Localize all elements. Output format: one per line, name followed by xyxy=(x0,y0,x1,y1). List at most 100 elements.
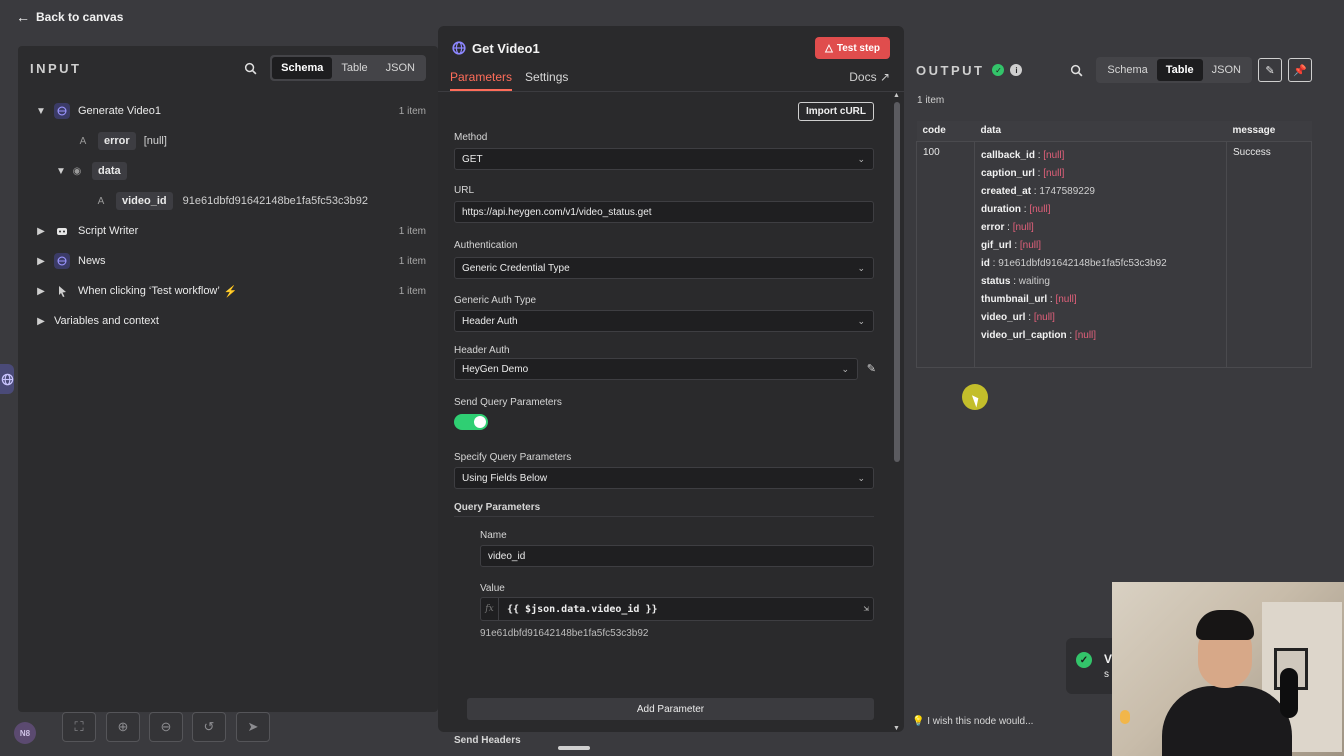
chevron-right-icon[interactable]: ▶ xyxy=(32,286,50,297)
tree-node-script-writer[interactable]: ▶ Script Writer 1 item xyxy=(32,216,426,246)
param-name-input[interactable]: video_id xyxy=(480,545,874,567)
node-globe-icon[interactable] xyxy=(0,364,14,394)
data-field-duration[interactable]: duration : [null] xyxy=(981,201,1220,219)
input-view-schema[interactable]: Schema xyxy=(272,57,333,79)
separator: : xyxy=(1021,204,1030,215)
field-key: duration xyxy=(981,204,1021,215)
input-view-json[interactable]: JSON xyxy=(377,57,424,79)
modal-scrollbar[interactable]: ▲ ▼ xyxy=(893,92,900,732)
authentication-select[interactable]: Generic Credential Type ⌄ xyxy=(454,257,874,279)
test-step-button[interactable]: △ Test step xyxy=(815,37,890,59)
generic-auth-type-label: Generic Auth Type xyxy=(454,295,537,306)
feedback-text: I wish this node would... xyxy=(927,716,1034,727)
field-value: 91e61dbfd91642148be1fa5fc53c3b92 xyxy=(182,195,368,207)
n8n-avatar[interactable]: N8 xyxy=(14,722,36,744)
separator: : xyxy=(1031,186,1040,197)
header-auth-select[interactable]: HeyGen Demo ⌄ xyxy=(454,358,858,380)
feedback-prompt[interactable]: 💡 I wish this node would... xyxy=(912,716,1033,727)
data-field-gif-url[interactable]: gif_url : [null] xyxy=(981,237,1220,255)
docs-link[interactable]: Docs ↗ xyxy=(849,70,890,91)
cell-code[interactable]: 100 xyxy=(916,140,975,368)
send-query-toggle[interactable] xyxy=(454,414,488,430)
tree-node-generate-video[interactable]: ▼ Generate Video1 1 item xyxy=(32,96,426,126)
field-value: [null] xyxy=(1019,240,1042,251)
data-field-video-url-caption[interactable]: video_url_caption : [null] xyxy=(981,327,1220,345)
field-key: status xyxy=(981,276,1011,287)
field-key: video_id xyxy=(116,192,173,210)
data-field-status[interactable]: status : waiting xyxy=(981,273,1220,291)
node-name: Variables and context xyxy=(54,315,159,327)
tree-field-error[interactable]: A error [null] xyxy=(32,126,426,156)
data-field-error[interactable]: error : [null] xyxy=(981,219,1220,237)
chevron-down-icon[interactable]: ▼ xyxy=(52,166,70,177)
chevron-right-icon[interactable]: ▶ xyxy=(32,316,50,327)
separator: : xyxy=(1047,294,1056,305)
tab-parameters[interactable]: Parameters xyxy=(450,70,513,91)
edit-output-button[interactable]: ✎ xyxy=(1258,58,1282,82)
field-key: video_url xyxy=(981,312,1026,323)
select-tool-button[interactable]: ➤ xyxy=(236,712,270,742)
search-icon[interactable] xyxy=(238,56,262,80)
data-field-id[interactable]: id : 91e61dbfd91642148be1fa5fc53c3b92 xyxy=(981,255,1220,273)
import-curl-button[interactable]: Import cURL xyxy=(798,102,874,121)
column-header: code xyxy=(916,121,975,141)
item-count: 1 item xyxy=(398,105,426,117)
tree-variables-context[interactable]: ▶ Variables and context xyxy=(32,306,426,336)
scroll-up-icon[interactable]: ▲ xyxy=(893,92,900,99)
param-value-expression[interactable]: fx {{ $json.data.video_id }} ⇲ xyxy=(480,597,874,621)
chevron-right-icon[interactable]: ▶ xyxy=(32,256,50,267)
tree-node-news[interactable]: ▶ News 1 item xyxy=(32,246,426,276)
expand-icon[interactable]: ⇲ xyxy=(864,604,869,614)
output-view-json[interactable]: JSON xyxy=(1203,59,1250,81)
node-name: Generate Video1 xyxy=(78,105,161,117)
separator: : xyxy=(1010,276,1019,287)
data-field-thumbnail-url[interactable]: thumbnail_url : [null] xyxy=(981,291,1220,309)
input-view-table[interactable]: Table xyxy=(332,57,376,79)
edit-credential-icon[interactable]: ✎ xyxy=(867,362,876,375)
add-parameter-button[interactable]: Add Parameter xyxy=(467,698,874,720)
mouse-cursor-highlight xyxy=(962,384,988,410)
info-icon[interactable]: i xyxy=(1010,64,1023,76)
data-field-callback-id[interactable]: callback_id : [null] xyxy=(981,147,1220,165)
chevron-right-icon[interactable]: ▶ xyxy=(32,226,50,237)
specify-query-select[interactable]: Using Fields Below ⌄ xyxy=(454,467,874,489)
pin-data-button[interactable]: 📌 xyxy=(1288,58,1312,82)
output-view-schema[interactable]: Schema xyxy=(1098,59,1156,81)
data-field-created-at[interactable]: created_at : 1747589229 xyxy=(981,183,1220,201)
search-icon[interactable] xyxy=(1064,58,1088,82)
generic-auth-type-select[interactable]: Header Auth ⌄ xyxy=(454,310,874,332)
back-to-canvas-link[interactable]: ← Back to canvas xyxy=(16,8,123,26)
separator: : xyxy=(1034,150,1044,161)
cell-data[interactable]: callback_id : [null] caption_url : [null]… xyxy=(974,140,1227,368)
node-title[interactable]: Get Video1 xyxy=(472,41,540,56)
field-value: [null] xyxy=(1074,330,1097,341)
field-value: [null] xyxy=(143,135,167,147)
url-input[interactable]: https://api.heygen.com/v1/video_status.g… xyxy=(454,201,874,223)
chevron-down-icon[interactable]: ▼ xyxy=(32,106,50,117)
output-header: OUTPUT ✓ i Schema Table JSON ✎ 📌 xyxy=(916,56,1312,84)
zoom-out-button[interactable]: ⊖ xyxy=(149,712,183,742)
tree-field-video-id[interactable]: A video_id 91e61dbfd91642148be1fa5fc53c3… xyxy=(32,186,426,216)
resize-handle[interactable] xyxy=(558,746,590,750)
send-query-label: Send Query Parameters xyxy=(454,397,562,408)
pencil-icon: ✎ xyxy=(1265,64,1275,77)
tree-field-data[interactable]: ▼ ◉ data xyxy=(32,156,426,186)
tab-settings[interactable]: Settings xyxy=(525,70,568,91)
cell-message[interactable]: Success xyxy=(1226,140,1312,368)
fit-view-button[interactable]: ⛶ xyxy=(62,712,96,742)
field-value: 91e61dbfd91642148be1fa5fc53c3b92 xyxy=(998,258,1167,269)
zoom-in-button[interactable]: ⊕ xyxy=(106,712,140,742)
method-select[interactable]: GET ⌄ xyxy=(454,148,874,170)
tree-node-manual-trigger[interactable]: ▶ When clicking ‘Test workflow’ ⚡ 1 item xyxy=(32,276,426,306)
data-field-caption-url[interactable]: caption_url : [null] xyxy=(981,165,1220,183)
data-field-video-url[interactable]: video_url : [null] xyxy=(981,309,1220,327)
scroll-down-icon[interactable]: ▼ xyxy=(893,725,900,732)
item-count: 1 item xyxy=(398,225,426,237)
field-value: [null] xyxy=(1043,168,1065,179)
field-value: waiting xyxy=(1018,276,1050,287)
undo-button[interactable]: ↺ xyxy=(192,712,226,742)
url-value: https://api.heygen.com/v1/video_status.g… xyxy=(462,206,652,218)
output-view-table[interactable]: Table xyxy=(1156,59,1203,81)
generic-auth-type-value: Header Auth xyxy=(462,315,518,327)
scroll-thumb[interactable] xyxy=(894,102,900,462)
